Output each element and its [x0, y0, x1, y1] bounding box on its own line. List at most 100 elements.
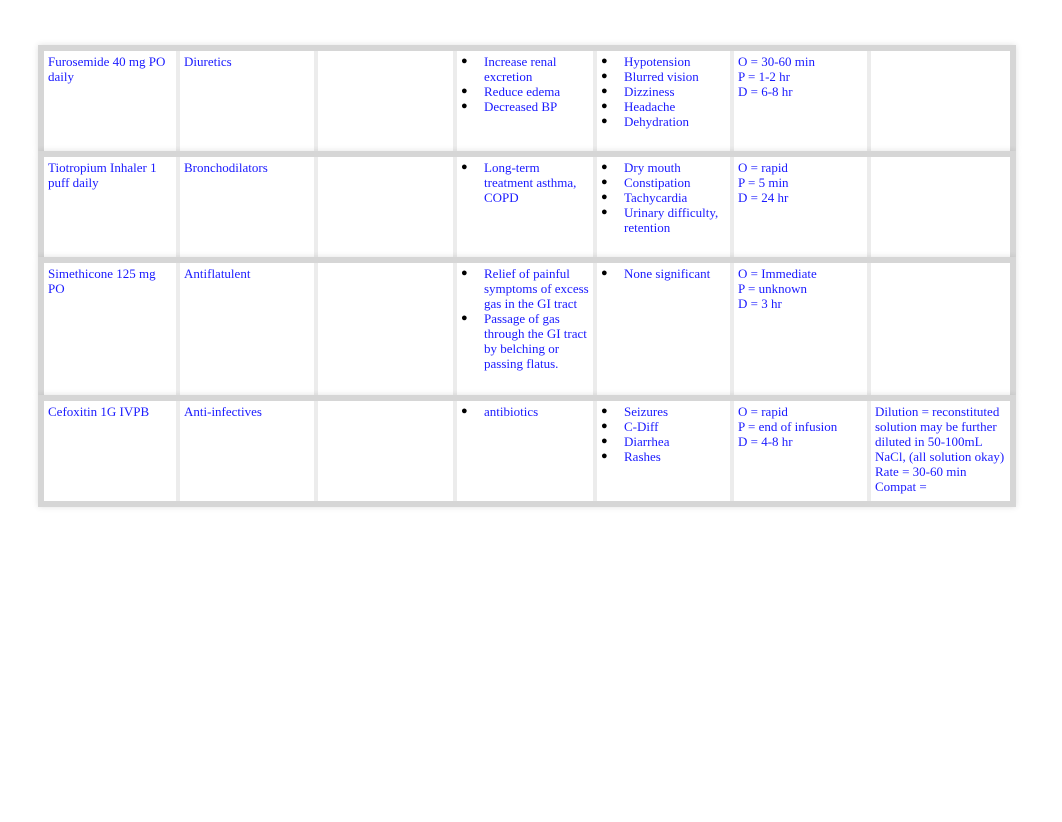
onset-peak-duration-cell-line: D = 3 hr	[738, 296, 782, 311]
side-effects-cell-list: ● Dry mouth ● Constipation ● Tachycardia ● Urin…	[601, 160, 726, 235]
indications-cell-item-text: Long-term treatment asthma, COPD	[484, 160, 577, 205]
list-item: ● None significant	[601, 266, 726, 281]
bullet-icon: ●	[461, 405, 468, 417]
list-item: ● Passage of gas through the GI tract by …	[461, 311, 589, 371]
list-item: ● Rashes	[601, 449, 726, 464]
onset-peak-duration-cell: O = 30-60 min P = 1-2 hr D = 6-8 hr	[734, 51, 871, 151]
indications-cell-list: ● Increase renal excretion ● Reduce edema ● D…	[461, 54, 589, 114]
side-effects-cell-item-text: Dry mouth	[624, 160, 681, 175]
indications-cell-item-text: antibiotics	[484, 404, 539, 419]
bullet-icon: ●	[601, 435, 608, 447]
side-effects-cell-list: ● Hypotension ● Blurred vision ● Dizziness ● He…	[601, 54, 726, 129]
onset-peak-duration-cell-line: D = 24 hr	[738, 190, 789, 205]
side-effects-cell-item-text: Headache	[624, 99, 676, 114]
onset-peak-duration-cell-line: O = Immediate	[738, 266, 817, 281]
bullet-icon: ●	[601, 450, 608, 462]
indications-cell-item-text: Relief of painful symptoms of excess gas…	[484, 266, 589, 311]
onset-peak-duration-cell-line: D = 6-8 hr	[738, 84, 793, 99]
classification-cell: Antiflatulent	[180, 263, 318, 395]
side-effects-cell: ● None significant	[597, 263, 734, 395]
onset-peak-duration-cell: O = Immediate P = unknown D = 3 hr	[734, 263, 871, 395]
bullet-icon: ●	[601, 191, 608, 203]
side-effects-cell-item-text: Blurred vision	[624, 69, 699, 84]
bullet-icon: ●	[601, 267, 608, 279]
list-item: ● antibiotics	[461, 404, 589, 419]
onset-peak-duration-cell-line: P = 1-2 hr	[738, 69, 790, 84]
medication-cell: Furosemide 40 mg PO daily	[44, 51, 180, 151]
side-effects-cell-item-text: Urinary difficulty, retention	[624, 205, 719, 235]
notes-cell	[871, 157, 1010, 257]
onset-peak-duration-cell-line: P = 5 min	[738, 175, 789, 190]
indications-cell: ● Long-term treatment asthma, COPD	[457, 157, 597, 257]
indications-cell-list: ● antibiotics	[461, 404, 589, 419]
notes-cell	[871, 263, 1010, 395]
onset-peak-duration-cell-line: P = end of infusion	[738, 419, 838, 434]
side-effects-cell-item-text: None significant	[624, 266, 711, 281]
side-effects-cell: ● Dry mouth ● Constipation ● Tachycardia ● Urin…	[597, 157, 734, 257]
list-item: ● Dehydration	[601, 114, 726, 129]
classification-cell: Diuretics	[180, 51, 318, 151]
bullet-icon: ●	[601, 161, 608, 173]
bullet-icon: ●	[461, 312, 468, 324]
bullet-icon: ●	[601, 206, 608, 218]
medication-table: Furosemide 40 mg PO daily Diuretics ● Incre…	[38, 45, 1016, 507]
list-item: ● Diarrhea	[601, 434, 726, 449]
list-item: ● Headache	[601, 99, 726, 114]
indications-cell: ● antibiotics	[457, 401, 597, 501]
notes-cell-line: Rate = 30-60 min	[875, 464, 967, 479]
list-item: ● Urinary difficulty, retention	[601, 205, 726, 235]
onset-peak-duration-cell-line: O = rapid	[738, 404, 788, 419]
notes-cell-line: Dilution = reconstituted solution may be…	[875, 404, 1005, 464]
side-effects-cell-item-text: Dizziness	[624, 84, 675, 99]
indications-cell: ● Increase renal excretion ● Reduce edema ● D…	[457, 51, 597, 151]
classification-cell-text: Antiflatulent	[184, 266, 251, 281]
indications-cell-list: ● Long-term treatment asthma, COPD	[461, 160, 589, 205]
action-cell	[318, 401, 457, 501]
list-item: ● Tachycardia	[601, 190, 726, 205]
classification-cell: Anti-infectives	[180, 401, 318, 501]
classification-cell: Bronchodilators	[180, 157, 318, 257]
side-effects-cell-list: ● None significant	[601, 266, 726, 281]
medication-cell: Cefoxitin 1G IVPB	[44, 401, 180, 501]
side-effects-cell-item-text: C-Diff	[624, 419, 659, 434]
side-effects-cell-list: ● Seizures ● C-Diff ● Diarrhea ● Rashes	[601, 404, 726, 464]
notes-cell	[871, 51, 1010, 151]
action-cell	[318, 263, 457, 395]
action-cell	[318, 157, 457, 257]
bullet-icon: ●	[461, 85, 468, 97]
indications-cell: ● Relief of painful symptoms of excess ga…	[457, 263, 597, 395]
list-item: ● Seizures	[601, 404, 726, 419]
list-item: ● Dry mouth	[601, 160, 726, 175]
list-item: ● Long-term treatment asthma, COPD	[461, 160, 589, 205]
classification-cell-text: Bronchodilators	[184, 160, 268, 175]
side-effects-cell-item-text: Constipation	[624, 175, 691, 190]
indications-cell-item-text: Decreased BP	[484, 99, 558, 114]
side-effects-cell: ● Hypotension ● Blurred vision ● Dizziness ● He…	[597, 51, 734, 151]
classification-cell-text: Diuretics	[184, 54, 232, 69]
onset-peak-duration-cell: O = rapid P = 5 min D = 24 hr	[734, 157, 871, 257]
medication-cell-text: Cefoxitin 1G IVPB	[48, 404, 150, 419]
list-item: ● Dizziness	[601, 84, 726, 99]
bullet-icon: ●	[601, 176, 608, 188]
indications-cell-item-text: Increase renal excretion	[484, 54, 557, 84]
medication-cell-text: Simethicone 125 mg PO	[48, 266, 156, 296]
indications-cell-list: ● Relief of painful symptoms of excess ga…	[461, 266, 589, 371]
side-effects-cell-item-text: Diarrhea	[624, 434, 670, 449]
onset-peak-duration-cell-line: O = rapid	[738, 160, 788, 175]
side-effects-cell-item-text: Hypotension	[624, 54, 691, 69]
notes-cell-line: Compat =	[875, 479, 927, 494]
onset-peak-duration-cell-line: P = unknown	[738, 281, 807, 296]
bullet-icon: ●	[461, 267, 468, 279]
table-row: Cefoxitin 1G IVPB Anti-infectives ● antibio…	[38, 395, 1016, 507]
classification-cell-text: Anti-infectives	[184, 404, 262, 419]
medication-cell: Simethicone 125 mg PO	[44, 263, 180, 395]
side-effects-cell-item-text: Rashes	[624, 449, 661, 464]
bullet-icon: ●	[461, 161, 468, 173]
list-item: ● Blurred vision	[601, 69, 726, 84]
onset-peak-duration-cell: O = rapid P = end of infusion D = 4-8 hr	[734, 401, 871, 501]
list-item: ● Increase renal excretion	[461, 54, 589, 84]
list-item: ● Hypotension	[601, 54, 726, 69]
medication-cell-text: Furosemide 40 mg PO daily	[48, 54, 166, 84]
list-item: ● C-Diff	[601, 419, 726, 434]
bullet-icon: ●	[601, 85, 608, 97]
